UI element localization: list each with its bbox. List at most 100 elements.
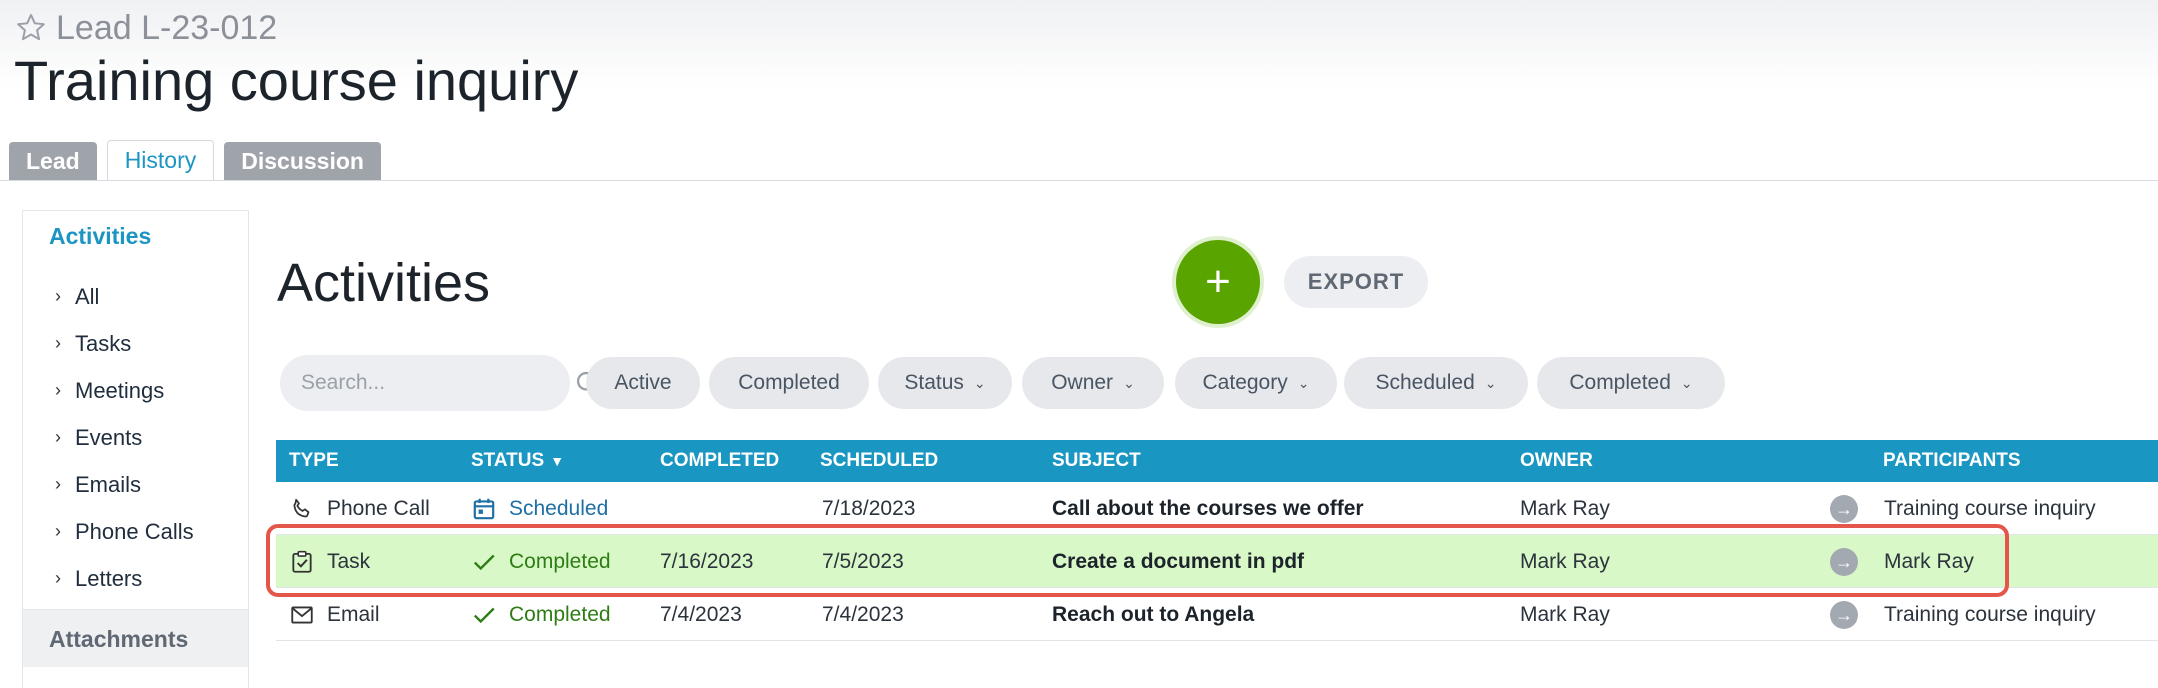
- column-status[interactable]: STATUS ▼: [471, 440, 564, 482]
- check-icon: [471, 602, 497, 628]
- status-label: Completed: [509, 549, 611, 573]
- scheduled-cell: 7/4/2023: [822, 602, 904, 626]
- email-icon: [289, 602, 315, 628]
- filter-completed-dropdown[interactable]: Completed ⌄: [1537, 357, 1725, 409]
- status-label: Scheduled: [509, 496, 609, 520]
- status-label: Completed: [509, 602, 611, 626]
- sidebar-item-phone-calls[interactable]: › Phone Calls: [55, 508, 194, 555]
- arrow-right-icon[interactable]: →: [1830, 495, 1858, 523]
- chevron-right-icon: ›: [55, 474, 61, 494]
- filter-label: Scheduled: [1375, 371, 1475, 394]
- sidebar-list: › All › Tasks › Meetings › Events › Emails › P…: [55, 273, 194, 602]
- sidebar-item-all[interactable]: › All: [55, 273, 194, 320]
- sidebar-item-attachments[interactable]: Attachments: [23, 609, 248, 667]
- column-type[interactable]: TYPE: [289, 440, 339, 482]
- arrow-right-icon[interactable]: →: [1830, 548, 1858, 576]
- sidebar: Activities › All › Tasks › Meetings › Events…: [22, 210, 249, 688]
- filter-completed[interactable]: Completed: [709, 357, 869, 409]
- sidebar-item-label: All: [75, 283, 100, 309]
- sidebar-item-label: Emails: [75, 471, 142, 497]
- completed-cell: 7/4/2023: [660, 602, 742, 626]
- filter-label: Active: [614, 371, 672, 394]
- owner-cell: Mark Ray: [1520, 602, 1610, 626]
- sidebar-item-label: Tasks: [75, 330, 132, 356]
- filter-label: Status: [904, 371, 964, 394]
- owner-cell: Mark Ray: [1520, 496, 1610, 520]
- filter-label: Completed: [1569, 371, 1671, 394]
- column-subject[interactable]: SUBJECT: [1052, 440, 1141, 482]
- arrow-right-icon[interactable]: →: [1830, 601, 1858, 629]
- type-label: Email: [327, 602, 380, 626]
- page-title: Training course inquiry: [14, 49, 579, 112]
- type-label: Phone Call: [327, 496, 430, 520]
- column-scheduled[interactable]: SCHEDULED: [820, 440, 938, 482]
- table-row[interactable]: Phone Call Scheduled 7/18/2023 Call abou…: [276, 482, 2158, 535]
- column-owner[interactable]: OWNER: [1520, 440, 1593, 482]
- sort-desc-icon: ▼: [550, 453, 565, 469]
- table-row[interactable]: Task Completed 7/16/2023 7/5/2023 Create…: [276, 535, 2158, 588]
- column-label: STATUS: [471, 450, 545, 471]
- sidebar-item-label: Meetings: [75, 377, 165, 403]
- type-label: Task: [327, 549, 371, 573]
- filter-owner-dropdown[interactable]: Owner ⌄: [1022, 357, 1164, 409]
- sidebar-item-events[interactable]: › Events: [55, 414, 194, 461]
- participants-cell[interactable]: Training course inquiry: [1884, 482, 2096, 535]
- table-row[interactable]: Email Completed 7/4/2023 7/4/2023 Reach …: [276, 588, 2158, 641]
- sidebar-item-tasks[interactable]: › Tasks: [55, 320, 194, 367]
- filter-label: Category: [1202, 371, 1288, 394]
- chevron-down-icon: ⌄: [1484, 374, 1497, 391]
- column-completed[interactable]: COMPLETED: [660, 440, 779, 482]
- sidebar-item-letters[interactable]: › Letters: [55, 555, 194, 602]
- chevron-right-icon: ›: [55, 286, 61, 306]
- subject-cell[interactable]: Reach out to Angela: [1052, 588, 1254, 641]
- tab-lead[interactable]: Lead: [9, 142, 97, 180]
- scheduled-cell: 7/5/2023: [822, 549, 904, 573]
- type-cell: Task: [289, 535, 370, 588]
- chevron-right-icon: ›: [55, 333, 61, 353]
- scheduled-cell: 7/18/2023: [822, 496, 916, 520]
- chevron-right-icon: ›: [55, 568, 61, 588]
- filter-scheduled-dropdown[interactable]: Scheduled ⌄: [1344, 357, 1528, 409]
- sidebar-item-emails[interactable]: › Emails: [55, 461, 194, 508]
- subject-cell[interactable]: Call about the courses we offer: [1052, 482, 1364, 535]
- export-button[interactable]: EXPORT: [1284, 256, 1428, 308]
- chevron-down-icon: ⌄: [1297, 374, 1310, 391]
- sidebar-heading-activities[interactable]: Activities: [49, 223, 151, 250]
- star-icon[interactable]: [14, 11, 48, 45]
- filter-label: Completed: [738, 371, 840, 394]
- sidebar-item-label: Letters: [75, 565, 143, 591]
- participants-cell[interactable]: Mark Ray: [1884, 535, 1974, 588]
- status-cell: Completed: [471, 535, 611, 588]
- owner-cell: Mark Ray: [1520, 549, 1610, 573]
- tab-history[interactable]: History: [106, 140, 215, 180]
- calendar-icon: [471, 496, 497, 522]
- chevron-right-icon: ›: [55, 427, 61, 447]
- completed-cell: 7/16/2023: [660, 549, 754, 573]
- table-header: TYPE STATUS ▼ COMPLETED SCHEDULED SUBJECT…: [276, 440, 2158, 482]
- tab-divider: [0, 180, 2158, 181]
- tab-bar: Lead History Discussion: [9, 140, 381, 180]
- search-input[interactable]: [299, 370, 574, 396]
- filter-label: Owner: [1051, 371, 1114, 394]
- search-box: [280, 355, 600, 411]
- type-cell: Phone Call: [289, 482, 430, 535]
- type-cell: Email: [289, 588, 380, 641]
- status-cell: Scheduled: [471, 482, 608, 535]
- add-activity-button[interactable]: +: [1176, 240, 1260, 324]
- sidebar-item-label: Events: [75, 424, 143, 450]
- chevron-right-icon: ›: [55, 521, 61, 541]
- sidebar-item-meetings[interactable]: › Meetings: [55, 367, 194, 414]
- activities-title: Activities: [277, 253, 491, 313]
- tab-discussion[interactable]: Discussion: [224, 142, 381, 180]
- participants-cell[interactable]: Training course inquiry: [1884, 588, 2096, 641]
- sidebar-item-label: Phone Calls: [75, 518, 194, 544]
- status-cell: Completed: [471, 588, 611, 641]
- filter-category-dropdown[interactable]: Category ⌄: [1175, 357, 1337, 409]
- chevron-down-icon: ⌄: [973, 374, 986, 391]
- filter-status-dropdown[interactable]: Status ⌄: [878, 357, 1012, 409]
- subject-cell[interactable]: Create a document in pdf: [1052, 535, 1304, 588]
- column-participants[interactable]: PARTICIPANTS: [1883, 440, 2021, 482]
- filter-active[interactable]: Active: [586, 357, 700, 409]
- chevron-down-icon: ⌄: [1680, 374, 1693, 391]
- task-icon: [289, 549, 315, 575]
